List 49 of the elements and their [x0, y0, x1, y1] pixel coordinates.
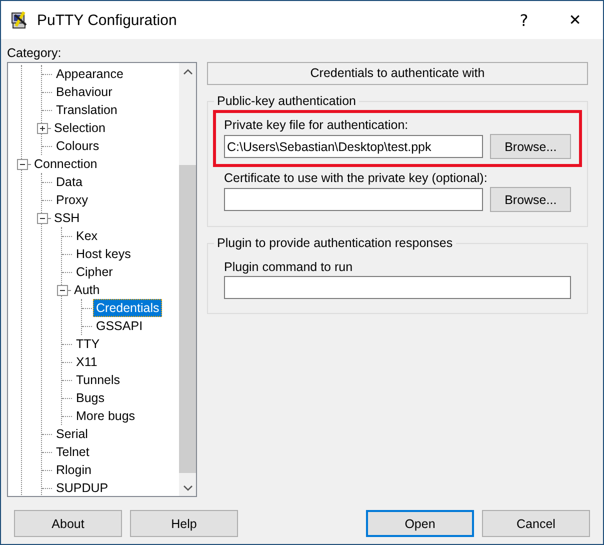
- tree-item[interactable]: X11: [73, 353, 100, 371]
- scrollbar-thumb[interactable]: [179, 165, 196, 473]
- tree-item[interactable]: Host keys: [73, 245, 134, 263]
- tree-item[interactable]: Cipher: [73, 263, 116, 281]
- tree-item[interactable]: GSSAPI: [93, 317, 146, 335]
- browse-button[interactable]: Browse...: [490, 134, 571, 159]
- help-button[interactable]: ?: [501, 1, 547, 39]
- dialog-button[interactable]: Open: [366, 510, 474, 537]
- field-label: Plugin command to run: [224, 259, 354, 276]
- collapse-icon[interactable]: [17, 158, 28, 170]
- input-field[interactable]: C:\Users\Sebastian\Desktop\test.ppk: [224, 135, 484, 158]
- tree-item[interactable]: Selection: [51, 119, 108, 137]
- field-label: Private key file for authentication:: [224, 117, 410, 134]
- input-field[interactable]: [224, 276, 571, 299]
- tree-item[interactable]: Telnet: [53, 443, 92, 461]
- tree-item[interactable]: Data: [53, 173, 86, 191]
- tree-item[interactable]: TTY: [73, 335, 103, 353]
- scrollbar[interactable]: [179, 63, 196, 496]
- tree-item[interactable]: More bugs: [73, 407, 138, 425]
- tree-item[interactable]: Serial: [53, 425, 91, 443]
- tree-item[interactable]: Appearance: [53, 65, 126, 83]
- browse-button[interactable]: Browse...: [490, 187, 571, 212]
- input-field[interactable]: [224, 188, 484, 211]
- tree-item[interactable]: Colours: [53, 137, 102, 155]
- close-button[interactable]: ✕: [547, 1, 603, 39]
- tree-item[interactable]: Proxy: [53, 191, 91, 209]
- tree-item[interactable]: SUPDUP: [53, 479, 112, 496]
- tree-item[interactable]: Rlogin: [53, 461, 94, 479]
- tree-item[interactable]: Bugs: [73, 389, 108, 407]
- panel-heading: Credentials to authenticate with: [207, 62, 588, 85]
- tree-item[interactable]: SSH: [51, 209, 83, 227]
- tree-item[interactable]: Credentials: [93, 299, 162, 317]
- tree-item[interactable]: Connection: [31, 155, 100, 173]
- category-label: Category:: [7, 45, 62, 62]
- field-label: Certificate to use with the private key (optional):: [224, 170, 488, 187]
- dialog-button[interactable]: About: [14, 510, 122, 537]
- tree-item[interactable]: Auth: [71, 281, 103, 299]
- collapse-icon[interactable]: [37, 212, 48, 224]
- tree-item[interactable]: Tunnels: [73, 371, 124, 389]
- expand-icon[interactable]: [37, 122, 48, 134]
- collapse-icon[interactable]: [57, 284, 68, 296]
- dialog-button[interactable]: Cancel: [482, 510, 590, 537]
- tree-item[interactable]: Behaviour: [53, 83, 116, 101]
- tree-item[interactable]: Translation: [53, 101, 120, 119]
- window-title: PuTTY Configuration: [37, 12, 177, 28]
- tree-item[interactable]: Kex: [73, 227, 101, 245]
- group-title: Plugin to provide authentication responses: [214, 235, 456, 251]
- dialog-button[interactable]: Help: [130, 510, 238, 537]
- group-title: Public-key authentication: [214, 93, 359, 109]
